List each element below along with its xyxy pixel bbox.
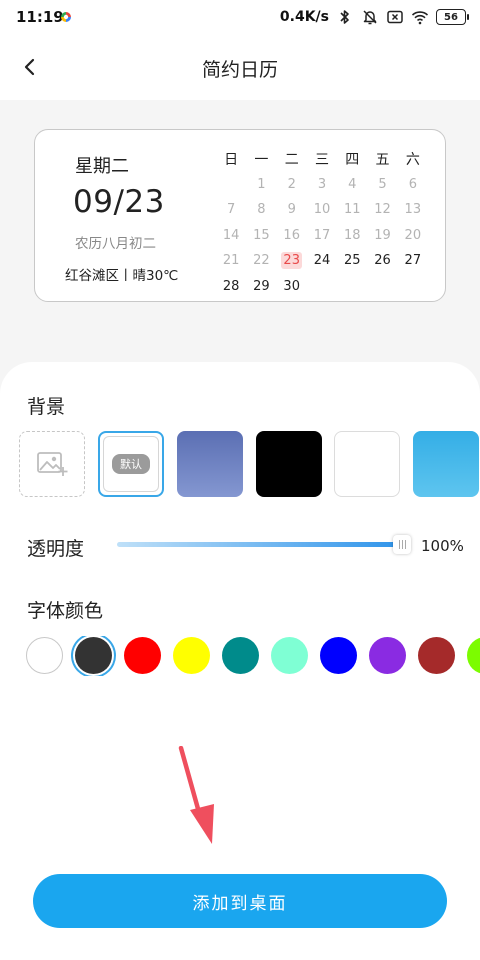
calendar-weekday-header: 四 <box>345 151 360 168</box>
background-options: 默认 <box>19 431 480 499</box>
font-color-swatch[interactable] <box>418 637 455 674</box>
calendar-day: 27 <box>404 253 422 269</box>
transparency-label: 透明度 <box>27 538 85 560</box>
background-option-white[interactable] <box>334 431 400 497</box>
page-title: 简约日历 <box>201 59 278 81</box>
app-notification-icon <box>61 12 71 22</box>
status-bar: 11:19 0.4K/s 56 <box>0 0 480 34</box>
default-preview: 默认 <box>103 436 159 492</box>
font-color-swatch[interactable] <box>75 637 112 674</box>
font-color-swatch[interactable] <box>124 637 161 674</box>
font-color-swatch[interactable] <box>173 637 210 674</box>
calendar-day: 17 <box>313 227 331 243</box>
transparency-value: 100% <box>421 537 464 555</box>
nav-bar: 简约日历 <box>0 34 480 100</box>
calendar-day: 12 <box>374 202 391 218</box>
status-time: 11:19 <box>16 8 64 26</box>
battery-level: 56 <box>444 11 458 23</box>
calendar-day: 21 <box>222 253 240 269</box>
calendar-weekday-header: 二 <box>284 151 299 168</box>
calendar-week-row: 14 15 16 17 18 19 20 <box>216 223 428 249</box>
font-color-swatch[interactable] <box>26 637 63 674</box>
settings-sheet: 背景 默认 透明度 100% 字体颜色 添加到桌面 <box>0 362 480 960</box>
calendar-week-row: 28 29 30 <box>216 274 428 300</box>
calendar-day: 14 <box>222 227 240 243</box>
add-image-icon <box>37 452 68 476</box>
font-color-swatch[interactable] <box>369 637 406 674</box>
calendar-week-row: 7 8 9 10 11 12 13 <box>216 197 428 223</box>
font-color-swatch[interactable] <box>271 637 308 674</box>
calendar-day: 30 <box>283 278 300 294</box>
background-option-default[interactable]: 默认 <box>98 431 164 497</box>
calendar-week-row: 1 2 3 4 5 6 <box>216 172 428 198</box>
widget-lunar-date: 农历八月初二 <box>75 236 156 252</box>
calendar-day: 15 <box>253 227 270 243</box>
font-color-options <box>24 636 480 676</box>
background-option-black[interactable] <box>256 431 322 497</box>
calendar-weekday-header: 日 <box>224 151 239 168</box>
mute-bell-icon <box>363 10 377 25</box>
calendar-day: 19 <box>374 227 391 243</box>
default-tag: 默认 <box>112 454 150 474</box>
font-color-swatch[interactable] <box>467 637 480 674</box>
widget-preview-area: 星期二 09/23 农历八月初二 红谷滩区丨晴30℃ 日一二三四五六123456… <box>0 100 480 400</box>
background-option-sky-gradient[interactable] <box>413 431 479 497</box>
calendar-day: 3 <box>317 176 327 192</box>
calendar-widget-preview: 星期二 09/23 农历八月初二 红谷滩区丨晴30℃ 日一二三四五六123456… <box>34 129 446 302</box>
calendar-day: 9 <box>287 202 296 218</box>
battery-icon: 56 <box>436 9 469 25</box>
calendar-day: 22 <box>253 253 270 269</box>
transparency-slider-track[interactable] <box>117 542 404 547</box>
calendar-weekday-header: 一 <box>254 151 269 168</box>
transparency-slider-thumb[interactable] <box>393 535 411 554</box>
widget-date: 09/23 <box>73 184 165 220</box>
calendar-day: 13 <box>404 202 422 218</box>
calendar-day: 26 <box>374 253 391 269</box>
widget-weather: 红谷滩区丨晴30℃ <box>65 268 179 284</box>
background-option-blue-gradient[interactable] <box>177 431 243 497</box>
widget-month-grid: 日一二三四五六 1 2 3 4 5 6 7 8 9 10 11 12 13 14 15 16 17 18 19 20 21… <box>216 146 428 299</box>
font-color-label: 字体颜色 <box>27 600 104 622</box>
calendar-day: 24 <box>313 253 331 269</box>
calendar-week-row: 21 22 23 24 25 26 27 <box>216 248 428 274</box>
calendar-day: 8 <box>257 202 266 218</box>
calendar-day: 25 <box>343 253 361 269</box>
calendar-day: 10 <box>313 202 331 218</box>
font-color-swatch[interactable] <box>320 637 357 674</box>
calendar-day: 29 <box>253 278 270 294</box>
calendar-weekday-header: 六 <box>405 151 420 168</box>
calendar-day: 7 <box>227 202 236 218</box>
calendar-day: 16 <box>283 227 300 243</box>
add-to-desktop-button[interactable]: 添加到桌面 <box>33 874 447 928</box>
sim-off-icon <box>387 10 403 24</box>
widget-weekday: 星期二 <box>75 156 129 177</box>
calendar-header-row: 日一二三四五六 <box>216 146 428 172</box>
wifi-icon <box>411 11 429 25</box>
calendar-day: 6 <box>408 176 417 192</box>
calendar-day: 1 <box>257 176 266 192</box>
net-speed: 0.4K/s <box>279 9 329 25</box>
red-arrow-annotation <box>178 746 214 844</box>
status-icons: 0.4K/s 56 <box>279 7 469 27</box>
bluetooth-icon <box>340 10 349 24</box>
background-add-image-button[interactable] <box>19 431 85 497</box>
calendar-day: 4 <box>348 176 357 192</box>
calendar-day: 2 <box>287 176 296 192</box>
background-label: 背景 <box>27 396 66 418</box>
calendar-day-today: 23 <box>281 252 302 270</box>
calendar-day: 11 <box>343 202 361 218</box>
calendar-day: 5 <box>378 176 387 192</box>
font-color-swatch[interactable] <box>222 637 259 674</box>
calendar-weekday-header: 五 <box>375 151 390 168</box>
calendar-weekday-header: 三 <box>314 151 329 168</box>
calendar-day: 18 <box>343 227 361 243</box>
calendar-day: 20 <box>404 227 422 243</box>
calendar-day: 28 <box>222 278 240 294</box>
